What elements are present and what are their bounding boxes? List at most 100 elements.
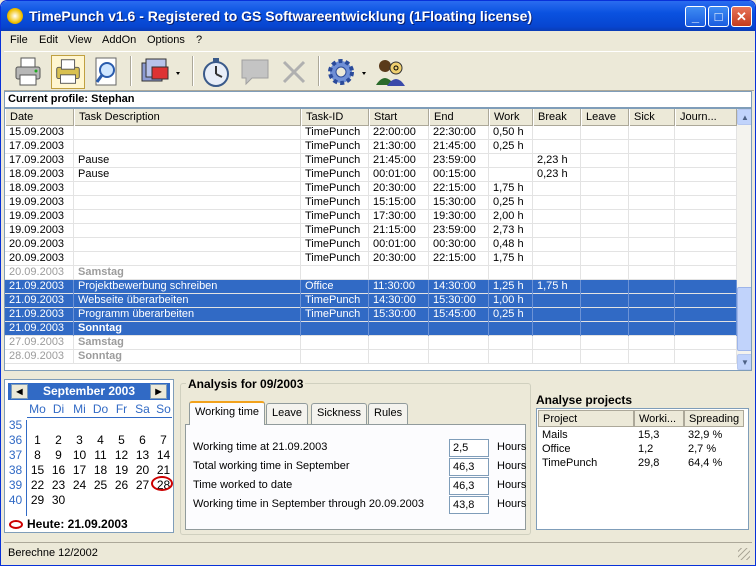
calendar-day[interactable]: 6 (132, 433, 153, 448)
calendar-day[interactable]: 17 (69, 463, 90, 478)
printer-icon[interactable] (12, 55, 46, 89)
calendar-day[interactable]: 22 (27, 478, 48, 493)
table-row[interactable]: 20.09.2003 TimePunch 00:01:00 00:30:00 0,48 … (5, 238, 737, 252)
app-icon[interactable] (7, 8, 23, 24)
calendar-day[interactable]: 5 (111, 433, 132, 448)
calendar-day[interactable]: 13 (132, 448, 153, 463)
table-row[interactable]: 21.09.2003 Webseite überarbeiten TimePunch… (5, 294, 737, 308)
table-row[interactable]: 21.09.2003 Programm überarbeiten TimePunch… (5, 308, 737, 322)
table-row[interactable]: 19.09.2003 TimePunch 21:15:00 23:59:00 2,73 … (5, 224, 737, 238)
comment-icon[interactable] (238, 55, 272, 89)
column-header[interactable]: Sick (629, 109, 675, 126)
table-row[interactable]: 15.09.2003 TimePunch 22:00:00 22:30:00 0,50 … (5, 126, 737, 140)
table-row[interactable]: 17.09.2003 Pause TimePunch 21:45:00 23:59:00… (5, 154, 737, 168)
calendar-day[interactable]: 14 (153, 448, 174, 463)
database-export-icon[interactable] (138, 55, 184, 89)
search-document-icon[interactable] (90, 55, 124, 89)
analysis-value-field[interactable]: 2,5 (449, 439, 489, 457)
menu-addon[interactable]: AddOn (102, 34, 136, 46)
project-column-header[interactable]: Project (538, 410, 634, 427)
project-column-header[interactable]: Spreading (684, 410, 744, 427)
calendar-day[interactable]: 27 (132, 478, 153, 493)
users-icon[interactable] (374, 55, 408, 89)
calendar-day[interactable]: 7 (153, 433, 174, 448)
calendar-day[interactable]: 30 (48, 493, 69, 508)
calendar-day[interactable]: 11 (90, 448, 111, 463)
resize-grip[interactable] (738, 548, 750, 560)
calendar-day[interactable]: 19 (111, 463, 132, 478)
calendar-day[interactable]: 1 (27, 433, 48, 448)
prev-month-button[interactable]: ◀ (11, 384, 28, 399)
tab-sickness[interactable]: Sickness (311, 403, 368, 424)
project-column-header[interactable]: Worki... (634, 410, 684, 427)
calendar-day[interactable]: 2 (48, 433, 69, 448)
table-row[interactable]: 19.09.2003 TimePunch 17:30:00 19:30:00 2,00 … (5, 210, 737, 224)
delete-x-icon[interactable] (277, 55, 311, 89)
column-header[interactable]: Task-ID (301, 109, 369, 126)
column-header[interactable]: End (429, 109, 489, 126)
tab-rules[interactable]: Rules (368, 403, 409, 424)
cell-end: 22:15:00 (429, 182, 489, 196)
today-link[interactable]: Heute: 21.09.2003 (27, 517, 128, 531)
weekday-label: Mo (29, 402, 46, 416)
scroll-down-button[interactable]: ▼ (737, 354, 751, 370)
calendar-day[interactable]: 16 (48, 463, 69, 478)
analysis-value-field[interactable]: 43,8 (449, 496, 489, 514)
minimize-button[interactable]: _ (685, 6, 706, 27)
vertical-scrollbar[interactable]: ▲ ▼ (737, 109, 751, 370)
toolbar-separator (318, 56, 320, 86)
menu-view[interactable]: View (68, 34, 92, 46)
calendar-day[interactable]: 25 (90, 478, 111, 493)
table-row[interactable]: 18.09.2003 TimePunch 20:30:00 22:15:00 1,75 … (5, 182, 737, 196)
calendar-day[interactable]: 20 (132, 463, 153, 478)
calendar-day[interactable]: 24 (69, 478, 90, 493)
analysis-value-field[interactable]: 46,3 (449, 477, 489, 495)
stopwatch-icon[interactable] (199, 55, 233, 89)
column-header[interactable]: Break (533, 109, 581, 126)
calendar-day[interactable]: 15 (27, 463, 48, 478)
column-header[interactable]: Work (489, 109, 533, 126)
calendar-day[interactable]: 4 (90, 433, 111, 448)
calendar-day[interactable]: 12 (111, 448, 132, 463)
table-row[interactable]: 17.09.2003 TimePunch 21:30:00 21:45:00 0,25 … (5, 140, 737, 154)
table-row[interactable]: 18.09.2003 Pause TimePunch 00:01:00 00:15:00… (5, 168, 737, 182)
projects-table[interactable]: Project Worki... Spreading Mails 15,3 32,9 % O… (536, 408, 749, 530)
scroll-thumb[interactable] (737, 287, 751, 351)
calendar-day[interactable]: 18 (90, 463, 111, 478)
maximize-button[interactable]: □ (708, 6, 729, 27)
column-header[interactable]: Date (5, 109, 74, 126)
calendar-day[interactable]: 3 (69, 433, 90, 448)
table-row[interactable]: 21.09.2003 Sonntag (5, 322, 737, 336)
scroll-up-button[interactable]: ▲ (737, 109, 751, 125)
calendar[interactable]: ◀ September 2003 ▶ Mo Di Mi Do Fr Sa So 35 36 1 2 3… (4, 379, 174, 533)
calendar-day[interactable]: 29 (27, 493, 48, 508)
table-row[interactable]: 21.09.2003 Projektbewerbung schreiben Offi… (5, 280, 737, 294)
time-entries-grid[interactable]: Date Task Description Task-ID Start End Work B… (4, 108, 752, 371)
next-month-button[interactable]: ▶ (150, 384, 167, 399)
table-row[interactable]: 19.09.2003 TimePunch 15:15:00 15:30:00 0,25 … (5, 196, 737, 210)
calendar-day[interactable]: 8 (27, 448, 48, 463)
table-row[interactable]: 28.09.2003 Sonntag (5, 350, 737, 364)
gear-icon[interactable] (324, 55, 370, 89)
menu-options[interactable]: Options (147, 34, 185, 46)
calendar-day[interactable]: 9 (48, 448, 69, 463)
table-row[interactable]: 27.09.2003 Samstag (5, 336, 737, 350)
tab-leave[interactable]: Leave (266, 403, 308, 424)
calendar-day[interactable]: 26 (111, 478, 132, 493)
calendar-day[interactable]: 10 (69, 448, 90, 463)
menu-q[interactable]: ? (196, 34, 202, 46)
table-row[interactable]: 20.09.2003 Samstag (5, 266, 737, 280)
menu-file[interactable]: File (10, 34, 28, 46)
column-header[interactable]: Task Description (74, 109, 301, 126)
table-row[interactable]: 20.09.2003 TimePunch 20:30:00 22:15:00 1,75 … (5, 252, 737, 266)
calendar-day[interactable]: 23 (48, 478, 69, 493)
column-header[interactable]: Journ... (675, 109, 737, 126)
menu-edit[interactable]: Edit (39, 34, 58, 46)
print-preview-icon[interactable] (51, 55, 85, 89)
tab-working-time[interactable]: Working time (189, 401, 265, 425)
analysis-value-field[interactable]: 46,3 (449, 458, 489, 476)
column-header[interactable]: Start (369, 109, 429, 126)
close-button[interactable]: ✕ (731, 6, 752, 27)
column-header[interactable]: Leave (581, 109, 629, 126)
title-bar[interactable]: TimePunch v1.6 - Registered to GS Softwa… (1, 1, 755, 31)
